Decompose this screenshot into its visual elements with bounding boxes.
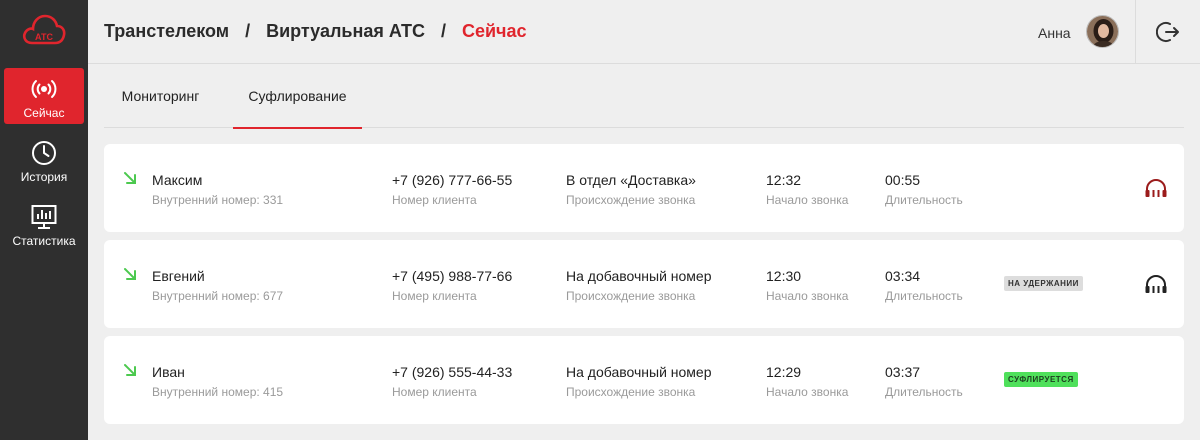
call-origin-label: Происхождение звонка <box>566 193 696 207</box>
client-phone-label: Номер клиента <box>392 193 477 207</box>
cloud-logo[interactable]: АТС <box>22 13 66 49</box>
clock-icon <box>32 141 56 165</box>
top-header: Транстелеком / Виртуальная АТС / Сейчас … <box>88 0 1200 64</box>
origin-column: На добавочный номер Происхождение звонка <box>566 268 712 303</box>
call-start-label: Начало звонка <box>766 289 849 303</box>
caller-column: Евгений Внутренний номер: 677 <box>152 268 283 303</box>
logout-button[interactable] <box>1155 20 1180 44</box>
chart-monitor-icon <box>31 205 57 229</box>
call-origin: В отдел «Доставка» <box>566 172 696 188</box>
status-badge-prompting: СУФЛИРУЕТСЯ <box>1004 372 1078 387</box>
breadcrumb-company[interactable]: Транстелеком <box>104 21 229 42</box>
tab-prompting[interactable]: Суфлирование <box>233 64 362 129</box>
listen-button[interactable] <box>1144 178 1168 198</box>
duration-column: 00:55 Длительность <box>885 172 963 207</box>
client-phone-label: Номер клиента <box>392 289 477 303</box>
caller-name: Иван <box>152 364 185 380</box>
duration-column: 03:34 Длительность <box>885 268 963 303</box>
call-origin-label: Происхождение звонка <box>566 289 696 303</box>
avatar[interactable] <box>1086 15 1119 48</box>
caller-name: Максим <box>152 172 203 188</box>
call-card: Иван Внутренний номер: 415 +7 (926) 555-… <box>104 336 1184 424</box>
incoming-call-icon <box>124 172 136 184</box>
header-divider <box>1135 0 1136 64</box>
phone-column: +7 (495) 988-77-66 Номер клиента <box>392 268 512 303</box>
nav-item-now[interactable]: Сейчас <box>4 68 84 124</box>
headphones-icon <box>1145 275 1167 293</box>
nav-label-statistics: Статистика <box>12 234 76 248</box>
extension-label: Внутренний номер: 331 <box>152 193 284 207</box>
logo-text: АТС <box>35 32 54 42</box>
caller-column: Иван Внутренний номер: 415 <box>152 364 283 399</box>
tab-bar: Мониторинг Суфлирование <box>104 64 1184 129</box>
nav-item-history[interactable]: История <box>4 132 84 188</box>
call-duration: 00:55 <box>885 172 921 188</box>
breadcrumb: Транстелеком / Виртуальная АТС / Сейчас <box>104 21 527 42</box>
sidebar: АТС Сейчас История Статистика <box>0 0 88 440</box>
origin-column: В отдел «Доставка» Происхождение звонка <box>566 172 696 207</box>
call-start: 12:29 <box>766 364 802 380</box>
extension-label: Внутренний номер: 677 <box>152 289 284 303</box>
origin-column: На добавочный номер Происхождение звонка <box>566 364 712 399</box>
incoming-call-icon <box>124 268 136 280</box>
breadcrumb-separator: / <box>245 21 251 41</box>
client-phone-label: Номер клиента <box>392 385 477 399</box>
call-start: 12:32 <box>766 172 802 188</box>
call-card: Максим Внутренний номер: 331 +7 (926) 77… <box>104 144 1184 232</box>
call-start-label: Начало звонка <box>766 385 849 399</box>
call-duration-label: Длительность <box>885 385 963 399</box>
start-column: 12:30 Начало звонка <box>766 268 848 303</box>
breadcrumb-separator: / <box>440 21 446 41</box>
broadcast-icon <box>31 80 57 98</box>
status-badge-on-hold: НА УДЕРЖАНИИ <box>1004 276 1083 291</box>
call-origin: На добавочный номер <box>566 268 712 284</box>
start-column: 12:32 Начало звонка <box>766 172 848 207</box>
call-origin-label: Происхождение звонка <box>566 385 696 399</box>
call-duration-label: Длительность <box>885 193 963 207</box>
headphones-icon <box>1145 179 1167 197</box>
caller-name: Евгений <box>152 268 205 284</box>
start-column: 12:29 Начало звонка <box>766 364 848 399</box>
breadcrumb-current: Сейчас <box>461 21 527 41</box>
call-origin: На добавочный номер <box>566 364 712 380</box>
call-duration: 03:34 <box>885 268 921 284</box>
call-duration-label: Длительность <box>885 289 963 303</box>
listen-button[interactable] <box>1144 274 1168 294</box>
nav-item-statistics[interactable]: Статистика <box>4 196 84 252</box>
call-start-label: Начало звонка <box>766 193 849 207</box>
extension-label: Внутренний номер: 415 <box>152 385 284 399</box>
nav-label-now: Сейчас <box>23 106 65 120</box>
call-start: 12:30 <box>766 268 802 284</box>
call-card: Евгений Внутренний номер: 677 +7 (495) 9… <box>104 240 1184 328</box>
caller-column: Максим Внутренний номер: 331 <box>152 172 283 207</box>
user-name: Анна <box>1038 25 1071 41</box>
breadcrumb-virtual-pbx[interactable]: Виртуальная АТС <box>266 21 425 42</box>
client-phone: +7 (926) 777-66-55 <box>392 172 513 188</box>
duration-column: 03:37 Длительность <box>885 364 963 399</box>
nav-label-history: История <box>20 170 68 184</box>
tab-monitoring[interactable]: Мониторинг <box>104 64 217 128</box>
phone-column: +7 (926) 777-66-55 Номер клиента <box>392 172 512 207</box>
client-phone: +7 (495) 988-77-66 <box>392 268 513 284</box>
client-phone: +7 (926) 555-44-33 <box>392 364 513 380</box>
phone-column: +7 (926) 555-44-33 Номер клиента <box>392 364 512 399</box>
incoming-call-icon <box>124 364 136 376</box>
call-duration: 03:37 <box>885 364 921 380</box>
logout-icon <box>1155 22 1179 42</box>
